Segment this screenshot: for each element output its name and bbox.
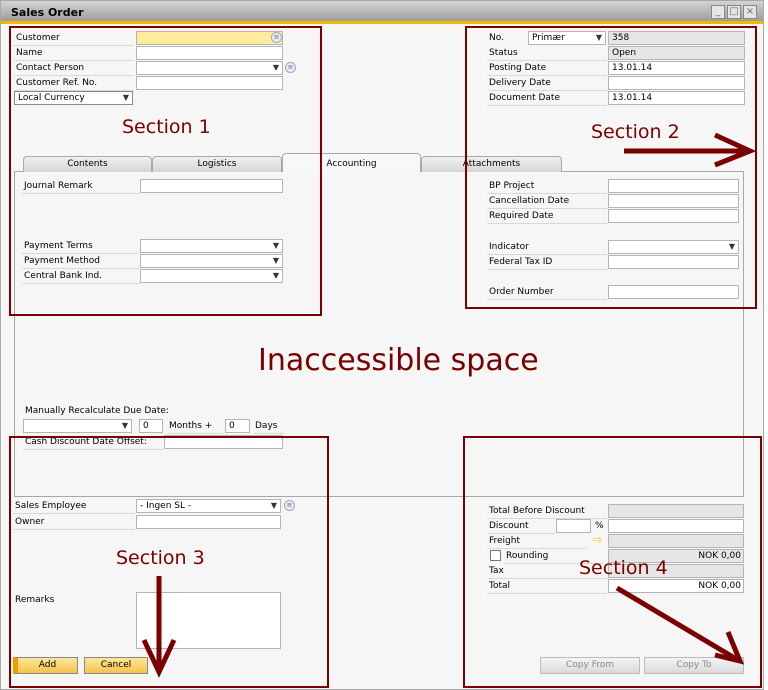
annotation-arrows [141, 132, 757, 678]
section-4-arrow-icon [615, 585, 745, 665]
section-3-arrow-icon [141, 576, 177, 678]
section-2-arrow-icon [624, 132, 757, 168]
